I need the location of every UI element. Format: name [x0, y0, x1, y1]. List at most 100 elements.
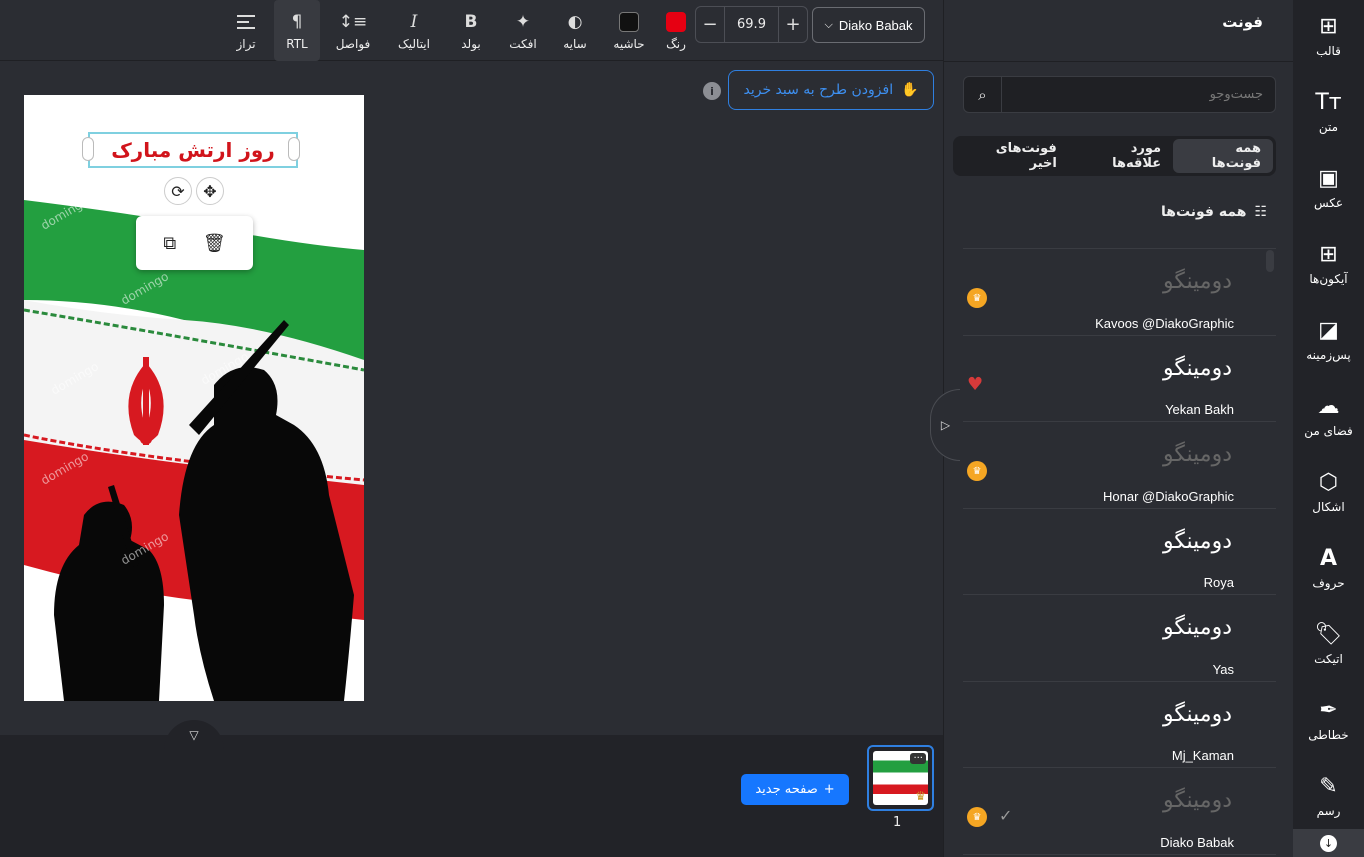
sidebar-item-background[interactable]: ◪ پس‌زمینه — [1293, 304, 1364, 374]
border-color-swatch — [619, 12, 639, 32]
text-icon: Tт — [1315, 89, 1342, 115]
sidebar-item-text[interactable]: Tт متن — [1293, 76, 1364, 146]
scroll-down-button[interactable]: ↓ — [1293, 829, 1364, 857]
sidebar-label: فضای من — [1304, 424, 1353, 438]
add-to-cart-button[interactable]: افزودن طرح به سبد خرید ✋ — [728, 70, 934, 110]
align-icon — [237, 10, 255, 34]
letter-a-icon: A — [1319, 545, 1338, 571]
font-family-select[interactable]: ⌵ Diako Babak — [812, 7, 925, 43]
background-icon: ◪ — [1318, 317, 1339, 343]
page-thumbnail[interactable]: ··· ♛ — [867, 745, 934, 811]
new-page-button[interactable]: صفحه جدید + — [741, 774, 849, 805]
tab-recent[interactable]: فونت‌های اخیر — [956, 139, 1069, 173]
arrow-down-icon: ↓ — [1320, 834, 1337, 852]
bold-button[interactable]: B بولد — [452, 0, 490, 61]
caret-down-icon: ▽ — [189, 728, 199, 742]
sidebar-label: عکس — [1313, 196, 1344, 210]
increase-size-button[interactable]: + — [779, 7, 807, 42]
image-icon: ▣ — [1318, 165, 1339, 191]
align-button[interactable]: تراز — [226, 0, 266, 61]
font-preview: دومینگو — [1163, 701, 1232, 727]
duplicate-icon[interactable]: ⧉ — [163, 233, 176, 254]
font-row[interactable]: دومینگو Kavoos @DiakoGraphic ♛ — [963, 249, 1276, 336]
font-size-value[interactable]: 69.9 — [724, 7, 779, 42]
info-icon[interactable]: i — [703, 82, 721, 100]
poster-title: روز ارتش مبارک — [111, 138, 276, 162]
sidebar-item-shapes[interactable]: ⬡ اشکال — [1293, 456, 1364, 526]
font-row[interactable]: دومینگو Honar @DiakoGraphic ♛ — [963, 422, 1276, 509]
design-canvas[interactable]: domingo domingo domingo domingo domingo … — [24, 95, 364, 701]
poster-artwork: domingo domingo domingo domingo domingo … — [24, 194, 364, 701]
font-row[interactable]: دومینگو Yekan Bakh ♥ — [963, 336, 1276, 422]
align-label: تراز — [236, 37, 256, 51]
sidebar-item-letters[interactable]: A حروف — [1293, 532, 1364, 602]
layout-icon: ⊞ — [1319, 13, 1338, 39]
spacing-button[interactable]: ↕≡ فواصل — [330, 0, 376, 61]
crown-icon: ♛ — [915, 789, 926, 803]
resize-handle-left[interactable] — [82, 137, 94, 161]
sidebar-label: حروف — [1312, 576, 1345, 590]
color-label: رنگ — [666, 37, 686, 51]
font-name: Diako Babak — [1160, 834, 1234, 850]
font-name: Yas — [1212, 661, 1234, 677]
shadow-button[interactable]: ◐ سایه — [556, 0, 594, 61]
sidebar-item-draw[interactable]: ✎ رسم — [1293, 760, 1364, 830]
font-preview: دومینگو — [1163, 788, 1232, 813]
sidebar-item-templates[interactable]: ⊞ قالب — [1293, 0, 1364, 70]
resize-handle-right[interactable] — [288, 137, 300, 161]
font-row[interactable]: دومینگو Yas — [963, 595, 1276, 682]
sidebar-item-my-space[interactable]: ☁ فضای من — [1293, 380, 1364, 450]
sidebar-item-labels[interactable]: 🏷 اتیکت — [1293, 608, 1364, 678]
effect-label: افکت — [509, 37, 537, 51]
thumbnail-image: ··· ♛ — [873, 751, 928, 805]
magic-wand-icon: ✦ — [515, 12, 531, 32]
more-icon[interactable]: ··· — [910, 753, 926, 764]
sidebar-item-photos[interactable]: ▣ عکس — [1293, 152, 1364, 222]
selected-title-text[interactable]: روز ارتش مبارک — [88, 132, 298, 168]
sidebar-label: رسم — [1316, 804, 1341, 818]
border-swatch-wrap — [619, 10, 639, 34]
search-input[interactable] — [1002, 77, 1275, 112]
bold-icon: B — [464, 12, 478, 32]
heart-icon[interactable]: ♥ — [967, 374, 983, 395]
sidebar-label: خطاطی — [1308, 728, 1349, 742]
line-spacing-icon: ↕≡ — [338, 12, 368, 32]
italic-button[interactable]: I ایتالیک — [390, 0, 438, 61]
check-icon: ✓ — [999, 806, 1013, 825]
new-page-label: صفحه جدید — [755, 782, 818, 797]
sidebar-item-calligraphy[interactable]: ✒ خطاطی — [1293, 684, 1364, 754]
panel-divider — [944, 61, 1294, 62]
font-preview: دومینگو — [1163, 528, 1232, 554]
sidebar-item-icons[interactable]: ⊞ آیکون‌ها — [1293, 228, 1364, 298]
chevron-down-icon: ⌵ — [824, 18, 833, 31]
list-icon: ☷ — [1254, 204, 1267, 220]
shadow-icon: ◐ — [567, 12, 583, 32]
font-row[interactable]: دومینگو Mj_Kaman — [963, 682, 1276, 768]
border-label: حاشیه — [613, 37, 645, 51]
premium-crown-icon: ♛ — [967, 461, 987, 481]
font-row[interactable]: دومینگو Diako Babak ♛ ✓ — [963, 768, 1276, 855]
rotate-icon[interactable]: ⟳ — [164, 177, 192, 205]
spacing-label: فواصل — [335, 37, 371, 51]
search-icon[interactable]: ⌕ — [964, 77, 1002, 112]
font-name: Kavoos @DiakoGraphic — [1095, 315, 1234, 331]
text-toolbar: تراز ¶ RTL ↕≡ فواصل I ایتالیک B بولد ✦ ا… — [0, 0, 943, 61]
trash-icon[interactable]: 🗑 — [203, 233, 226, 254]
hand-icon: ✋ — [901, 82, 919, 98]
plus-icon: + — [823, 782, 835, 797]
font-name: Mj_Kaman — [1171, 748, 1234, 763]
decrease-size-button[interactable]: − — [696, 7, 724, 42]
cloud-upload-icon: ☁ — [1317, 393, 1340, 419]
section-header: همه فونت‌ها ☷ — [1161, 204, 1267, 220]
border-button[interactable]: حاشیه — [608, 0, 650, 61]
effect-button[interactable]: ✦ افکت — [502, 0, 544, 61]
rtl-button[interactable]: ¶ RTL — [274, 0, 320, 61]
color-button[interactable]: رنگ — [658, 0, 694, 61]
font-row[interactable]: دومینگو Roya — [963, 509, 1276, 595]
pages-strip: صفحه جدید + ··· ♛ 1 — [0, 735, 943, 857]
font-preview: دومینگو — [1163, 615, 1232, 640]
tab-all-fonts[interactable]: همه فونت‌ها — [1173, 139, 1273, 173]
canvas-workspace: i افزودن طرح به سبد خرید ✋ domingo domin… — [0, 62, 943, 735]
move-icon[interactable]: ✥ — [196, 177, 224, 205]
tab-favorites[interactable]: مورد علاقه‌ها — [1069, 139, 1173, 173]
